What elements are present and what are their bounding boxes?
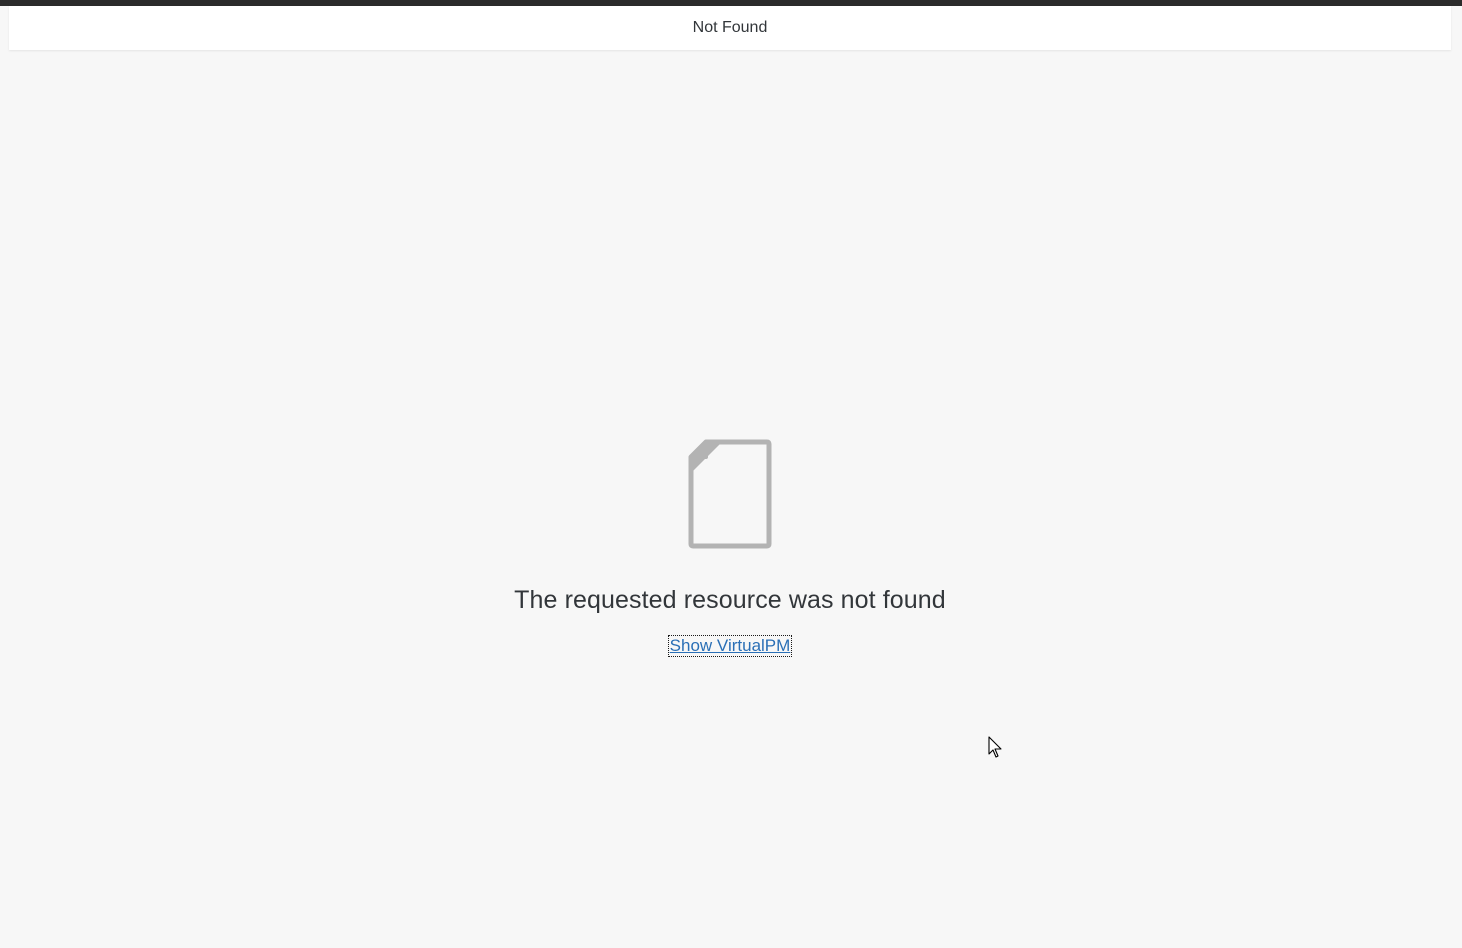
document-icon (688, 439, 772, 549)
page-header: Not Found (9, 6, 1451, 50)
mouse-cursor-icon (988, 736, 1002, 758)
show-virtualpm-link[interactable]: Show VirtualPM (667, 635, 793, 657)
not-found-content: The requested resource was not found Sho… (9, 438, 1451, 657)
page: Not Found The requested resource was not… (9, 6, 1451, 948)
not-found-message: The requested resource was not found (514, 586, 946, 614)
page-title: Not Found (692, 19, 768, 36)
